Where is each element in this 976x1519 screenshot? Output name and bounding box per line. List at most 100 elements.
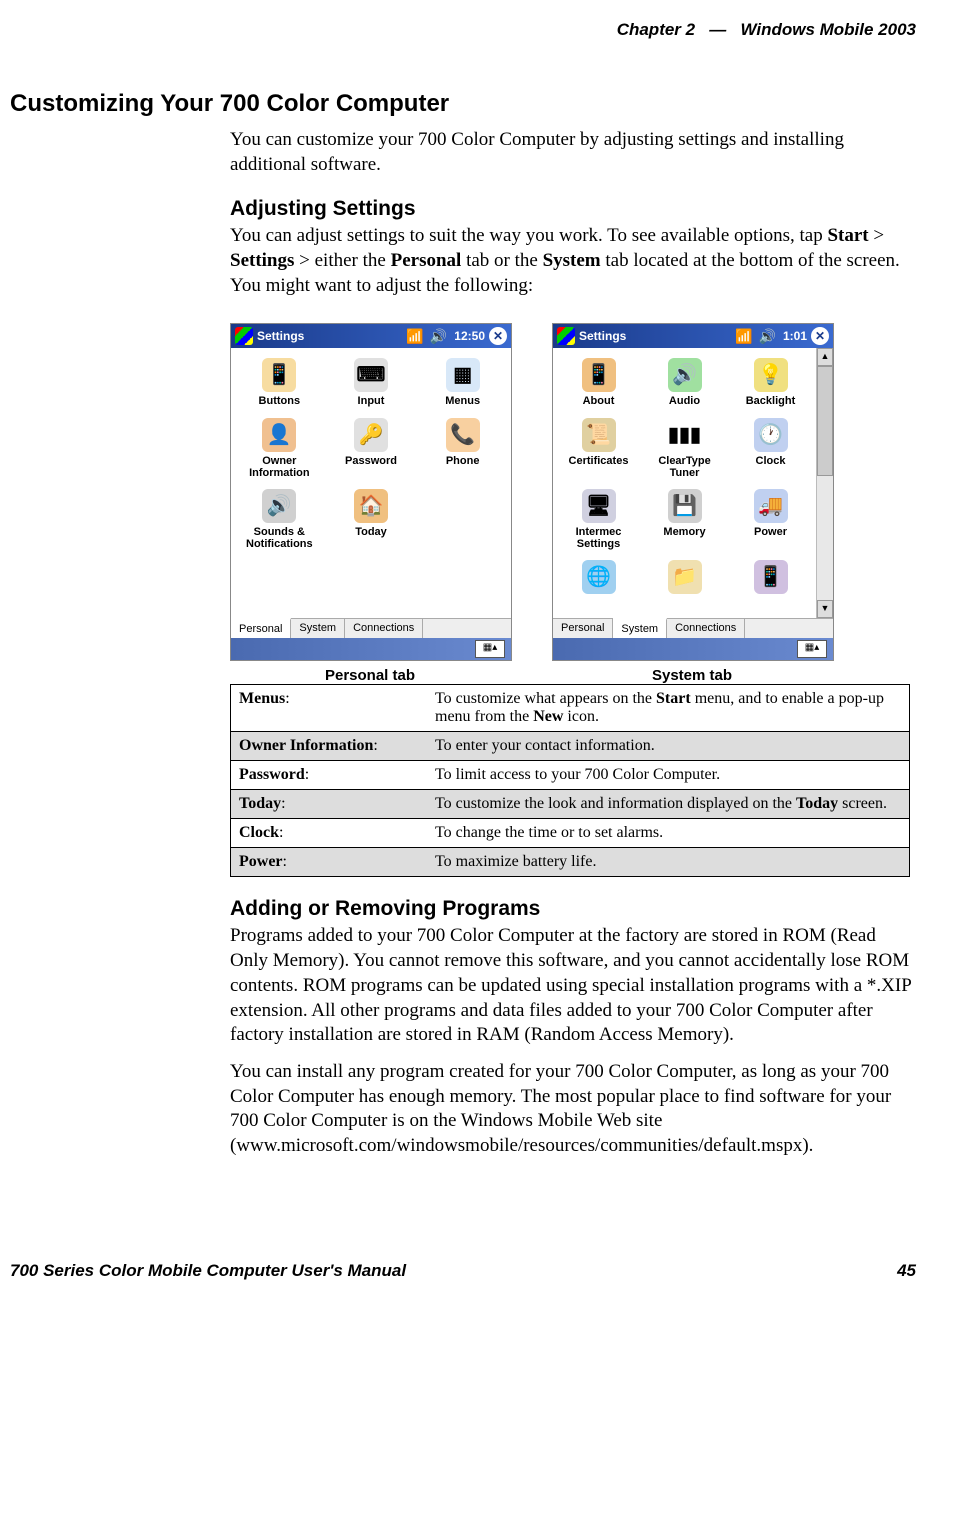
screenshots-row: Settings 📶 🔊 12:50 ✕ 📱Buttons⌨Input▦Menu… xyxy=(230,323,916,684)
app-icon[interactable]: ▦Menus xyxy=(419,358,506,407)
app-icon-label: Buttons xyxy=(259,395,301,407)
tabs-personal: PersonalSystemConnections xyxy=(231,618,511,638)
app-icon[interactable]: 📱Buttons xyxy=(236,358,323,407)
table-row-desc: To customize what appears on the Start m… xyxy=(427,685,910,732)
clock-text[interactable]: 12:50 xyxy=(454,329,485,343)
tab-personal[interactable]: Personal xyxy=(553,619,613,638)
icon-grid-personal: 📱Buttons ⌨ Input ▦Menus 👤 Owner Information 🔑 P… xyxy=(231,348,511,618)
app-icon-glyph: 💡 xyxy=(754,358,788,392)
tab-system[interactable]: System xyxy=(291,619,345,638)
app-icon-glyph: ▮▮▮ xyxy=(668,418,702,452)
app-icon[interactable]: 💾Memory xyxy=(644,489,725,550)
table-row: TodayTo customize the look and informati… xyxy=(231,790,910,819)
keyboard-icon[interactable]: ▦▴ xyxy=(475,640,505,658)
app-icon[interactable]: 🔑 Password xyxy=(328,418,415,479)
app-icon[interactable]: 🌐 xyxy=(558,560,639,597)
app-icon-glyph: 🚚 xyxy=(754,489,788,523)
scrollbar[interactable]: ▲ ▼ xyxy=(816,348,833,618)
scroll-thumb[interactable] xyxy=(817,366,833,476)
table-row: MenusTo customize what appears on the St… xyxy=(231,685,910,732)
caption-system: System tab xyxy=(552,667,832,684)
app-icon-label: Input xyxy=(358,395,385,407)
app-icon-label: Today xyxy=(355,526,387,538)
footer-left: 700 Series Color Mobile Computer User's … xyxy=(10,1261,406,1281)
app-icon-glyph: 🔊 xyxy=(668,358,702,392)
app-icon-label: Owner Information xyxy=(236,455,323,479)
scroll-up-icon[interactable]: ▲ xyxy=(817,348,833,366)
app-icon[interactable]: 🚚 Power xyxy=(730,489,811,550)
table-row-label: Today xyxy=(231,790,428,819)
adjusting-heading: Adjusting Settings xyxy=(230,197,916,221)
app-icon[interactable]: 🔊Sounds & Notifications xyxy=(236,489,323,550)
app-icon[interactable]: 🔊Audio xyxy=(644,358,725,407)
bottom-bar: ▦▴ xyxy=(231,638,511,660)
app-icon[interactable]: 🖥 Intermec Settings xyxy=(558,489,639,550)
table-row: PasswordTo limit access to your 700 Colo… xyxy=(231,761,910,790)
table-row-desc: To change the time or to set alarms. xyxy=(427,819,910,848)
app-icon-glyph: 🔊 xyxy=(262,489,296,523)
tab-connections[interactable]: Connections xyxy=(667,619,745,638)
tab-system[interactable]: System xyxy=(613,618,667,638)
keyboard-icon[interactable]: ▦▴ xyxy=(797,640,827,658)
signal-icon[interactable]: 📶 xyxy=(406,328,423,345)
app-icon[interactable]: 💡Backlight xyxy=(730,358,811,407)
app-icon[interactable]: ▮▮▮ ClearType Tuner xyxy=(644,418,725,479)
titlebar-system: Settings 📶 🔊 1:01 ✕ xyxy=(553,324,833,348)
adding-p2: You can install any program created for … xyxy=(230,1060,916,1159)
app-icon[interactable]: 📱 xyxy=(730,560,811,597)
app-icon[interactable]: 👤 Owner Information xyxy=(236,418,323,479)
app-icon[interactable]: 📁 xyxy=(644,560,725,597)
table-row-desc: To customize the look and information di… xyxy=(427,790,910,819)
table-row-label: Owner Information xyxy=(231,732,428,761)
table-row: ClockTo change the time or to set alarms… xyxy=(231,819,910,848)
header-sep: — xyxy=(709,20,726,39)
app-icon-glyph: 📱 xyxy=(754,560,788,594)
app-icon[interactable]: 📞Phone xyxy=(419,418,506,479)
app-icon[interactable]: 🕐Clock xyxy=(730,418,811,479)
app-icon-glyph: 📜 xyxy=(582,418,616,452)
start-icon[interactable] xyxy=(235,327,253,345)
section-intro: You can customize your 700 Color Compute… xyxy=(230,128,916,177)
pda-personal: Settings 📶 🔊 12:50 ✕ 📱Buttons ⌨ Input ▦Menu… xyxy=(230,323,512,661)
table-row-label: Password xyxy=(231,761,428,790)
section-heading: Customizing Your 700 Color Computer xyxy=(10,90,916,118)
app-icon-label: Clock xyxy=(756,455,786,467)
close-icon[interactable]: ✕ xyxy=(811,327,829,345)
app-icon-label: ClearType Tuner xyxy=(644,455,725,479)
app-icon[interactable]: 📱About xyxy=(558,358,639,407)
titlebar-title: Settings xyxy=(579,329,626,343)
scroll-down-icon[interactable]: ▼ xyxy=(817,600,833,618)
app-icon-glyph: 🏠 xyxy=(354,489,388,523)
app-icon-glyph: 📱 xyxy=(582,358,616,392)
signal-icon[interactable]: 📶 xyxy=(735,328,752,345)
clock-text[interactable]: 1:01 xyxy=(783,329,807,343)
app-icon-label: Intermec Settings xyxy=(558,526,639,550)
volume-icon[interactable]: 🔊 xyxy=(430,328,447,345)
tabs-system: PersonalSystemConnections xyxy=(553,618,833,638)
table-row-desc: To limit access to your 700 Color Comput… xyxy=(427,761,910,790)
app-icon-label: Power xyxy=(754,526,787,538)
app-icon-glyph: 🖥 xyxy=(582,489,616,523)
app-icon[interactable]: 🏠 Today xyxy=(328,489,415,550)
app-icon-label: Password xyxy=(345,455,397,467)
app-icon-glyph: ▦ xyxy=(446,358,480,392)
adjusting-text: You can adjust settings to suit the way … xyxy=(230,224,916,298)
tab-connections[interactable]: Connections xyxy=(345,619,423,638)
app-icon-glyph: ⌨ xyxy=(354,358,388,392)
volume-icon[interactable]: 🔊 xyxy=(759,328,776,345)
start-icon[interactable] xyxy=(557,327,575,345)
pda-personal-wrapper: Settings 📶 🔊 12:50 ✕ 📱Buttons ⌨ Input ▦Menu… xyxy=(230,323,512,684)
app-icon-label: Phone xyxy=(446,455,480,467)
tab-personal[interactable]: Personal xyxy=(231,618,291,638)
app-icon[interactable]: 📜Certificates xyxy=(558,418,639,479)
app-icon[interactable]: ⌨ Input xyxy=(328,358,415,407)
adding-heading: Adding or Removing Programs xyxy=(230,897,916,921)
header-title: Windows Mobile 2003 xyxy=(740,20,916,39)
titlebar-title: Settings xyxy=(257,329,304,343)
app-icon-label: Memory xyxy=(663,526,705,538)
table-row-label: Menus xyxy=(231,685,428,732)
close-icon[interactable]: ✕ xyxy=(489,327,507,345)
app-icon-glyph: 🔑 xyxy=(354,418,388,452)
page-header: Chapter 2 — Windows Mobile 2003 xyxy=(10,20,916,40)
app-icon-glyph: 👤 xyxy=(262,418,296,452)
